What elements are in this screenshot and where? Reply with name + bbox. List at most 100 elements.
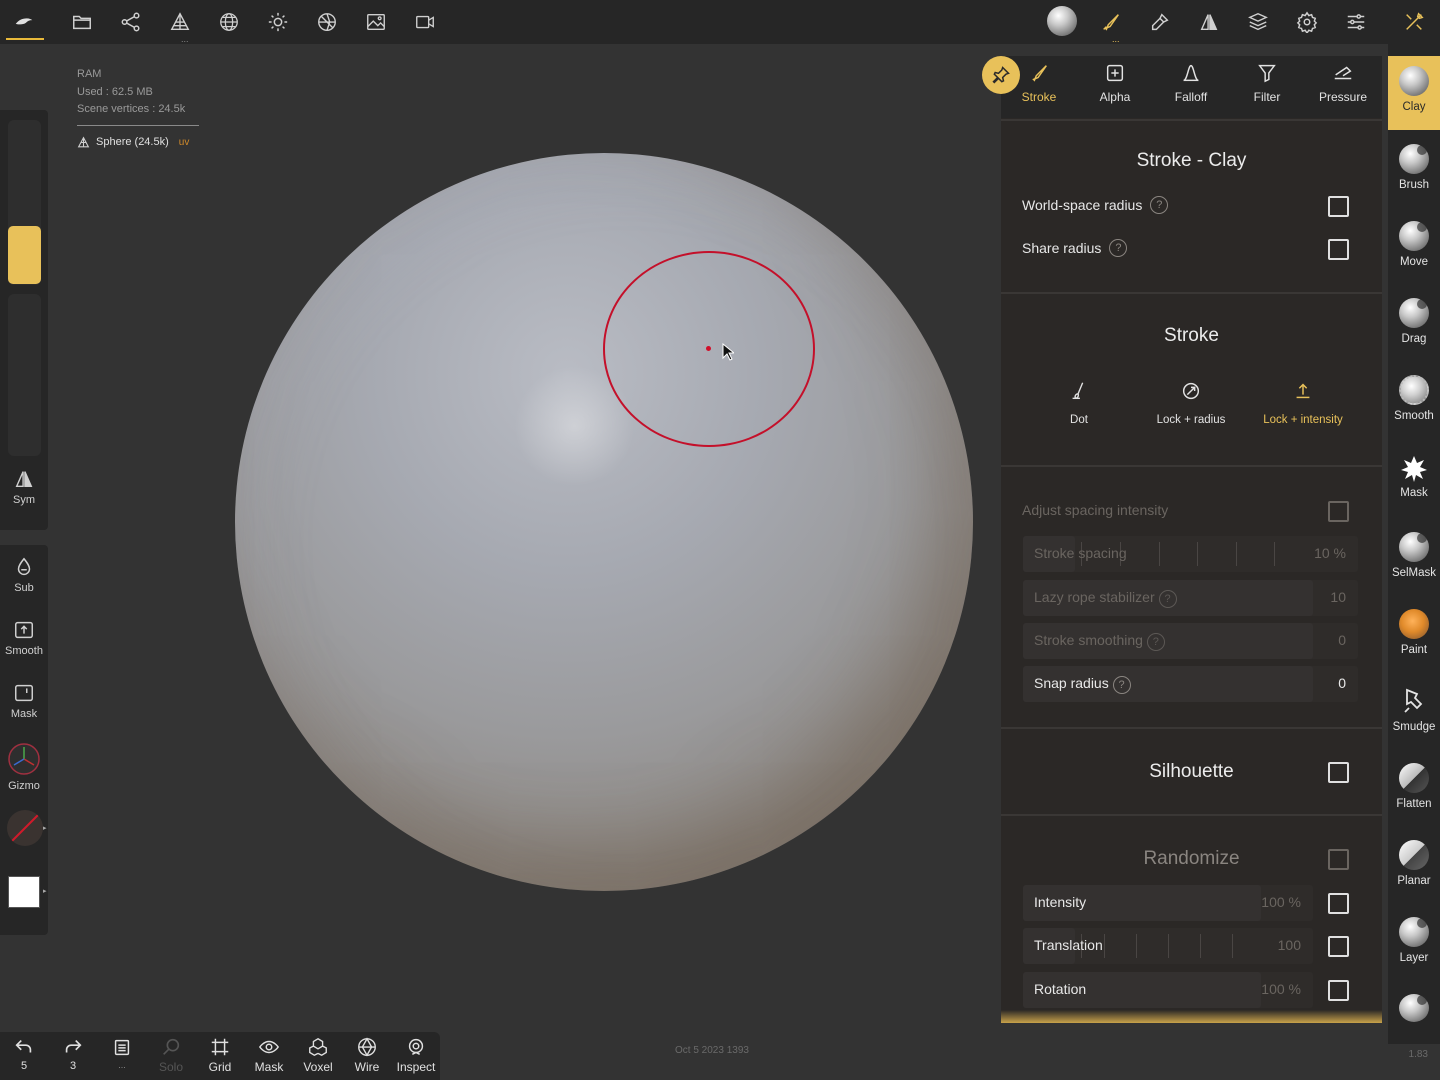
help-icon[interactable]: ? [1158,590,1177,608]
solo-button[interactable]: Solo [147,1036,195,1074]
lazy-rope-slider[interactable]: Lazy rope stabilizer ? 10 [1023,580,1358,616]
random-rotation-checkbox[interactable] [1328,980,1349,1001]
tool-layer[interactable]: Layer [1388,917,1440,964]
stroke-mode-lock-radius[interactable]: Lock + radius [1136,380,1246,426]
layers-icon[interactable] [1244,8,1272,36]
brush-settings-icon[interactable] [1097,8,1125,36]
camera-icon[interactable] [411,8,439,36]
material-swatch[interactable] [7,810,43,846]
section-title-stroke-clay: Stroke - Clay [1136,150,1247,171]
stroke-mode-lock-intensity-label: Lock + intensity [1263,414,1343,426]
help-icon[interactable]: ? [1150,196,1169,214]
share-radius-checkbox[interactable] [1328,239,1349,260]
tool-clay[interactable]: Clay [1388,56,1440,130]
tool-selmask[interactable]: SelMask [1388,532,1440,579]
paint-color-swatch[interactable] [8,876,40,908]
randomize-checkbox[interactable] [1328,849,1349,870]
tool-mask[interactable]: Mask [1388,452,1440,499]
wire-button[interactable]: Wire [343,1036,391,1074]
undo-icon [15,1039,32,1053]
scene-icon[interactable] [166,8,194,36]
slider-tick [1200,934,1201,958]
more-dots: ... [1112,34,1120,44]
random-translation-slider[interactable]: Translation 100 [1023,928,1313,964]
tool-smooth[interactable]: Smooth [1388,375,1440,422]
random-intensity-checkbox[interactable] [1328,893,1349,914]
sym-label: Sym [13,494,35,506]
mask-view-button[interactable]: Mask [245,1036,293,1074]
tab-pressure[interactable]: Pressure [1308,62,1378,104]
smooth-shortcut-button[interactable]: Smooth [0,619,48,657]
random-translation-checkbox[interactable] [1328,936,1349,957]
sym-button[interactable]: Sym [0,468,48,506]
tool-planar-label: Planar [1397,875,1431,887]
topology-icon[interactable] [215,8,243,36]
stroke-mode-lock-intensity[interactable]: Lock + intensity [1248,380,1358,426]
snap-radius-value: 0 [1338,675,1346,691]
tools-icon[interactable] [1146,8,1174,36]
uv-badge: uv [178,136,190,148]
inspect-icon [408,1038,424,1055]
tool-drag[interactable]: Drag [1388,298,1440,345]
preferences-icon[interactable] [1342,8,1370,36]
sub-button[interactable]: Sub [0,556,48,594]
planar-tool-icon [1399,840,1429,870]
stroke-mode-dot[interactable]: Dot [1024,380,1134,426]
pin-button[interactable] [982,56,1020,94]
stroke-smoothing-slider[interactable]: Stroke smoothing ? 0 [1023,623,1358,659]
section-divider [1001,727,1382,729]
layers-button[interactable]: ... [98,1036,146,1070]
tab-falloff-label: Falloff [1174,90,1208,104]
help-icon[interactable]: ? [1112,676,1131,694]
tab-filter[interactable]: Filter [1232,62,1302,104]
tool-smudge[interactable]: Smudge [1388,686,1440,733]
snap-radius-slider[interactable]: Snap radius ? 0 [1023,666,1358,702]
share-radius-row: Share radius ? [1022,239,1128,257]
tool-clay-label: Clay [1402,101,1426,113]
gizmo-icon [8,743,40,775]
silhouette-checkbox[interactable] [1328,762,1349,783]
tool-flatten[interactable]: Flatten [1388,763,1440,810]
inspect-button[interactable]: Inspect [392,1036,440,1074]
background-icon[interactable] [362,8,390,36]
section-title-randomize: Randomize [1143,848,1240,869]
settings-icon[interactable] [1293,8,1321,36]
tab-falloff[interactable]: Falloff [1156,62,1226,104]
random-rotation-slider[interactable]: Rotation 100 % [1023,972,1313,1008]
mesh-item[interactable]: Sphere (24.5k) uv [77,134,199,152]
interface-icon[interactable] [1400,8,1428,36]
random-rotation-value: 100 % [1261,981,1301,997]
radius-slider-fill[interactable] [8,226,41,284]
grid-button[interactable]: Grid [196,1036,244,1074]
stroke-spacing-slider[interactable]: Stroke spacing 10 % [1023,536,1358,572]
intensity-slider[interactable] [8,294,41,456]
undo-button[interactable]: 5 [0,1036,48,1072]
tool-move[interactable]: Move [1388,221,1440,268]
stroke-smoothing-value: 0 [1338,632,1346,648]
tool-planar[interactable]: Planar [1388,840,1440,887]
help-icon[interactable]: ? [1109,239,1128,257]
adjust-spacing-checkbox[interactable] [1328,501,1349,522]
mask-shortcut-button[interactable]: Mask [0,682,48,720]
tool-move-label: Move [1399,256,1429,268]
material-icon[interactable] [313,8,341,36]
symmetry-icon[interactable] [1195,8,1223,36]
tab-alpha[interactable]: Alpha [1080,62,1150,104]
random-intensity-slider[interactable]: Intensity 100 % [1023,885,1313,921]
world-space-radius-checkbox[interactable] [1328,196,1349,217]
voxel-button[interactable]: Voxel [294,1036,342,1074]
slider-tick [1159,542,1160,566]
material-ball-icon[interactable] [1046,5,1078,37]
tool-brush[interactable]: Brush [1388,144,1440,191]
help-icon[interactable]: ? [1146,633,1165,651]
build-date: Oct 5 2023 1393 [675,1045,749,1056]
sphere-mesh[interactable] [235,153,973,891]
nomad-logo-icon[interactable] [10,8,38,36]
tool-more[interactable] [1388,994,1440,1022]
tool-paint[interactable]: Paint [1388,609,1440,656]
folder-icon[interactable] [68,8,96,36]
share-icon[interactable] [117,8,145,36]
gizmo-button[interactable]: Gizmo [0,742,48,792]
light-icon[interactable] [264,8,292,36]
redo-button[interactable]: 3 [49,1036,97,1072]
